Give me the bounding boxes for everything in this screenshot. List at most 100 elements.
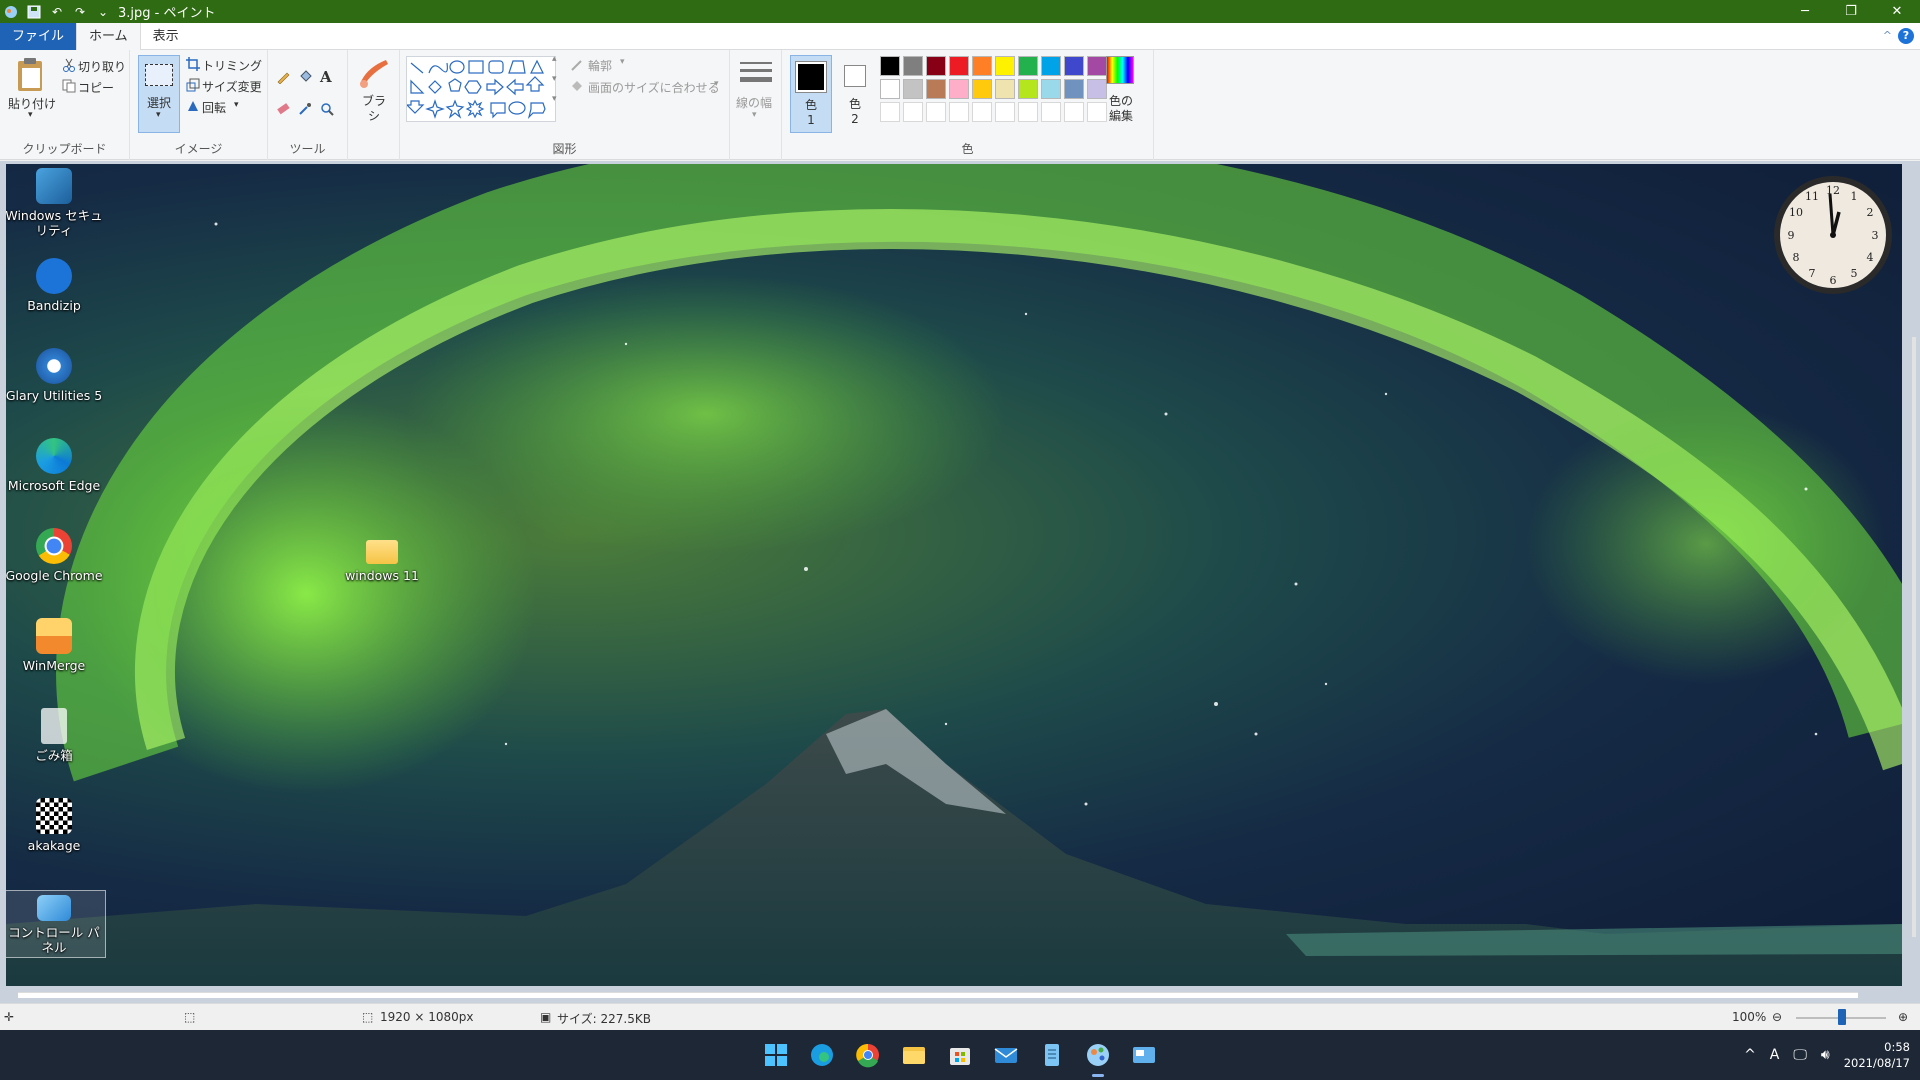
magnifier-icon[interactable] <box>320 102 334 116</box>
mail-icon[interactable] <box>990 1039 1022 1071</box>
custom-color-slot[interactable] <box>880 102 900 122</box>
color-swatch[interactable] <box>1087 56 1107 76</box>
custom-color-slot[interactable] <box>1018 102 1038 122</box>
text-icon[interactable]: A <box>320 68 334 86</box>
redo-icon[interactable]: ↷ <box>73 5 87 19</box>
color-swatch[interactable] <box>949 56 969 76</box>
tab-home[interactable]: ホーム <box>76 22 141 50</box>
rotate-dropdown-icon[interactable]: ▾ <box>234 100 239 110</box>
ime-indicator[interactable]: A <box>1770 1047 1780 1063</box>
custom-color-slot[interactable] <box>972 102 992 122</box>
undo-icon[interactable]: ↶ <box>50 5 64 19</box>
color-swatch[interactable] <box>1018 56 1038 76</box>
color-swatch[interactable] <box>972 56 992 76</box>
edge-taskbar-icon[interactable] <box>806 1039 838 1071</box>
color-picker-icon[interactable] <box>298 102 312 116</box>
desktop-icon-winmerge[interactable]: WinMerge <box>6 618 106 673</box>
line-width-button[interactable]: 線の幅 <box>736 94 772 111</box>
drawing-canvas[interactable]: Windows セキュリティ Bandizip Glary Utilities … <box>6 164 1902 986</box>
control-panel-taskbar-icon[interactable] <box>1128 1039 1160 1071</box>
color1-button[interactable]: 色 1 <box>790 55 832 133</box>
color-swatch[interactable] <box>995 56 1015 76</box>
volume-icon[interactable]: 🔊︎ <box>1821 1047 1830 1063</box>
line-width-icon[interactable] <box>740 60 772 86</box>
color-swatch[interactable] <box>903 79 923 99</box>
fill-shape-button[interactable]: 画面のサイズに合わせる <box>588 79 720 96</box>
line-width-dropdown-icon[interactable]: ▾ <box>752 110 757 120</box>
network-icon[interactable]: 🖵 <box>1793 1047 1807 1063</box>
color-swatch[interactable] <box>1064 79 1084 99</box>
color-swatch[interactable] <box>880 79 900 99</box>
pencil-icon[interactable] <box>276 70 290 85</box>
edit-colors-button[interactable]: 色の 編集 <box>1104 94 1138 124</box>
shapes-expand-icon[interactable]: ▾ <box>552 94 557 104</box>
color-swatch[interactable] <box>1041 79 1061 99</box>
color-swatch[interactable] <box>949 79 969 99</box>
color-swatch[interactable] <box>926 79 946 99</box>
tab-file[interactable]: ファイル <box>0 22 77 50</box>
notepad-icon[interactable] <box>1036 1039 1068 1071</box>
store-icon[interactable] <box>944 1039 976 1071</box>
chrome-taskbar-icon[interactable] <box>852 1039 884 1071</box>
custom-color-slot[interactable] <box>995 102 1015 122</box>
shapes-scroll-up-icon[interactable]: ▴ <box>552 54 557 64</box>
brush-button[interactable]: ブラシ <box>360 94 388 124</box>
copy-button[interactable]: コピー <box>78 79 114 96</box>
show-hidden-icons-icon[interactable]: ^ <box>1744 1047 1756 1063</box>
desktop-icon-bandizip[interactable]: Bandizip <box>6 258 106 313</box>
color-swatch[interactable] <box>926 56 946 76</box>
color-swatch[interactable] <box>972 79 992 99</box>
save-icon[interactable] <box>27 5 41 19</box>
resize-button[interactable]: サイズ変更 <box>202 78 262 95</box>
fill-shape-dropdown-icon[interactable]: ▾ <box>714 79 719 89</box>
shapes-gallery[interactable] <box>405 56 556 122</box>
desktop-icon-windows-security[interactable]: Windows セキュリティ <box>6 168 106 238</box>
shapes-scroll-down-icon[interactable]: ▾ <box>552 74 557 84</box>
desktop-icon-google-chrome[interactable]: Google Chrome <box>6 528 106 583</box>
cut-button[interactable]: 切り取り <box>78 58 126 75</box>
eraser-icon[interactable] <box>276 102 290 116</box>
customize-quick-access-icon[interactable]: ⌄ <box>96 5 110 19</box>
zoom-out-icon[interactable]: ⊖ <box>1772 1010 1782 1024</box>
help-icon[interactable]: ? <box>1898 28 1914 44</box>
paste-dropdown-icon[interactable]: ▾ <box>28 110 33 120</box>
taskbar-clock[interactable]: 0:58 2021/08/17 <box>1844 1039 1910 1071</box>
tab-view[interactable]: 表示 <box>141 23 191 50</box>
zoom-in-icon[interactable]: ⊕ <box>1898 1010 1908 1024</box>
edit-colors-icon[interactable] <box>1106 56 1134 84</box>
color-swatch[interactable] <box>880 56 900 76</box>
horizontal-scrollbar[interactable] <box>18 992 1858 998</box>
vertical-scrollbar[interactable] <box>1912 337 1916 937</box>
color-swatch[interactable] <box>1041 56 1061 76</box>
desktop-icon-recycle-bin[interactable]: ごみ箱 <box>6 708 106 763</box>
start-icon[interactable] <box>760 1039 792 1071</box>
select-dropdown-icon[interactable]: ▾ <box>156 110 161 120</box>
desktop-icon-glary-utilities[interactable]: Glary Utilities 5 <box>6 348 106 403</box>
outline-dropdown-icon[interactable]: ▾ <box>620 57 625 67</box>
custom-color-slot[interactable] <box>1064 102 1084 122</box>
zoom-slider-thumb[interactable] <box>1838 1009 1846 1025</box>
desktop-icon-control-panel[interactable]: コントロール パネル <box>6 890 106 958</box>
restore-button[interactable]: ❐ <box>1828 0 1874 23</box>
color-swatch[interactable] <box>1018 79 1038 99</box>
custom-color-slot[interactable] <box>949 102 969 122</box>
crop-button[interactable]: トリミング <box>202 57 262 74</box>
brush-icon[interactable] <box>356 56 392 90</box>
collapse-ribbon-icon[interactable]: ^ <box>1883 29 1892 42</box>
fill-icon[interactable] <box>298 70 312 84</box>
paint-taskbar-icon[interactable] <box>1082 1039 1114 1077</box>
outline-button[interactable]: 輪郭 <box>588 57 612 74</box>
color-swatch[interactable] <box>903 56 923 76</box>
custom-color-slot[interactable] <box>903 102 923 122</box>
minimize-button[interactable]: ─ <box>1782 0 1828 23</box>
close-button[interactable]: ✕ <box>1874 0 1920 23</box>
custom-color-slot[interactable] <box>1041 102 1061 122</box>
select-button[interactable]: 選択 ▾ <box>138 55 180 133</box>
desktop-folder-windows11[interactable]: windows 11 <box>330 534 434 583</box>
file-explorer-icon[interactable] <box>898 1039 930 1071</box>
color-swatch[interactable] <box>995 79 1015 99</box>
desktop-icon-akakage[interactable]: akakage <box>6 798 106 853</box>
color-swatch[interactable] <box>1064 56 1084 76</box>
paste-icon[interactable] <box>12 56 50 94</box>
rotate-button[interactable]: 回転 <box>202 99 226 116</box>
